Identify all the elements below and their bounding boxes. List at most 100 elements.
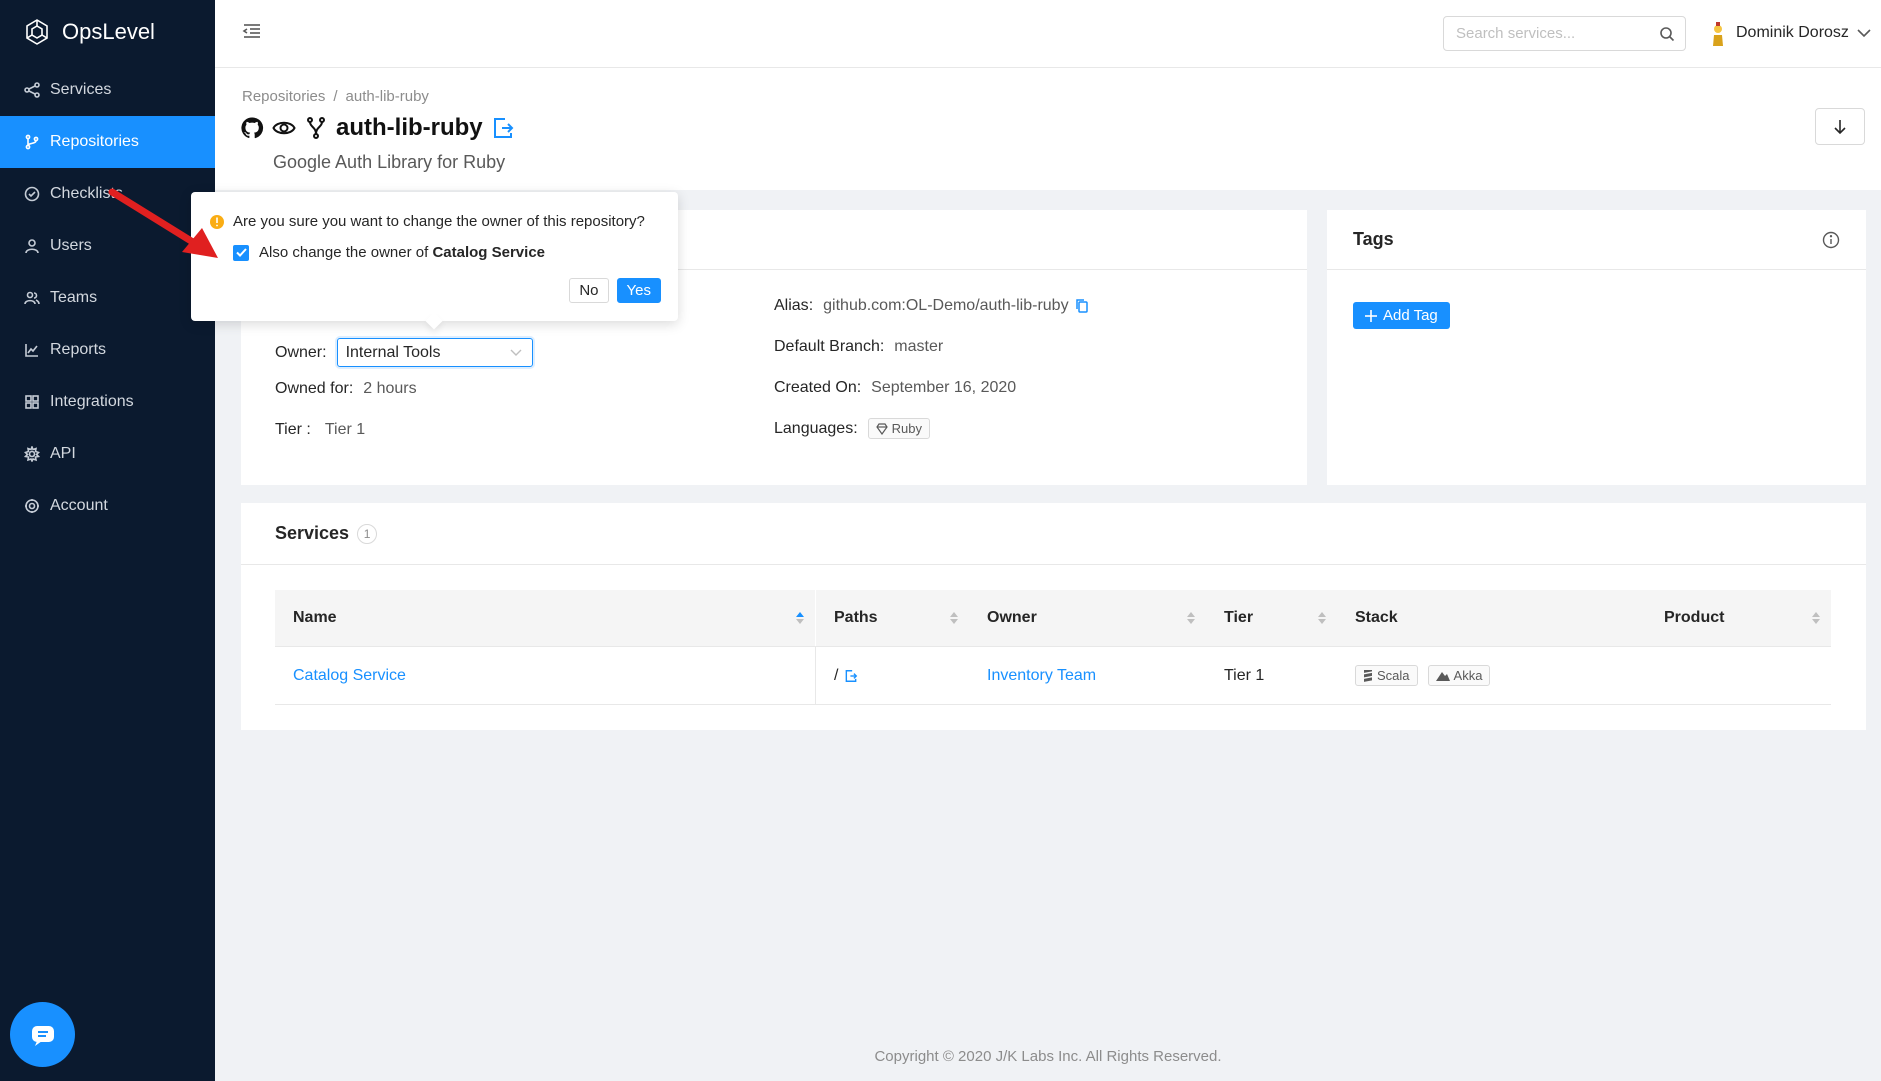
- column-header-name[interactable]: Name: [275, 590, 816, 646]
- column-header-stack: Stack: [1355, 609, 1398, 626]
- chat-support-button[interactable]: [10, 1002, 75, 1067]
- column-header-tier[interactable]: Tier: [1206, 590, 1337, 646]
- popconfirm-actions: No Yes: [569, 278, 661, 303]
- created-on-label: Created On:: [774, 379, 862, 396]
- change-service-owner-checkbox-row[interactable]: Also change the owner of Catalog Service: [233, 244, 545, 261]
- created-on-value: September 16, 2020: [871, 379, 1017, 396]
- user-icon: [24, 238, 40, 254]
- default-branch-label: Default Branch:: [774, 338, 885, 355]
- owner-link[interactable]: Inventory Team: [987, 667, 1096, 685]
- app-name: OpsLevel: [62, 19, 155, 44]
- eye-icon[interactable]: [272, 116, 296, 140]
- languages-field: Languages: Ruby: [774, 418, 930, 439]
- sort-icon: [950, 612, 958, 624]
- github-icon[interactable]: [240, 116, 264, 140]
- tags-title: Tags: [1353, 229, 1394, 249]
- table-header-row: Name Paths Owner Tier Stack Product: [275, 590, 1831, 647]
- stack-tag-label: Scala: [1377, 668, 1410, 683]
- owner-select-value: Internal Tools: [345, 343, 441, 361]
- copy-icon[interactable]: [1075, 298, 1089, 314]
- sidebar-item-label: API: [50, 445, 76, 462]
- sidebar: OpsLevel Services Repositories Checklist…: [0, 0, 215, 1081]
- info-icon[interactable]: [1822, 231, 1840, 249]
- default-branch-field: Default Branch: master: [774, 338, 943, 356]
- tier-label: Tier :: [275, 421, 311, 438]
- column-header-owner[interactable]: Owner: [969, 590, 1206, 646]
- title-row: auth-lib-ruby: [240, 114, 515, 142]
- ruby-icon: [875, 422, 888, 435]
- chat-icon: [31, 1025, 54, 1046]
- services-title: Services: [275, 523, 350, 543]
- avatar: [1713, 22, 1723, 46]
- fork-icon[interactable]: [304, 116, 328, 140]
- breadcrumb-link-repositories[interactable]: Repositories: [242, 88, 325, 105]
- search-box: [1443, 16, 1686, 51]
- download-button[interactable]: [1815, 108, 1865, 145]
- services-table: Name Paths Owner Tier Stack Product Cata…: [275, 590, 1831, 705]
- sidebar-nav: Services Repositories Checklists Users T…: [0, 64, 215, 532]
- scala-icon: [1364, 669, 1372, 682]
- sidebar-item-integrations[interactable]: Integrations: [0, 376, 215, 428]
- cell-tier: Tier 1: [1206, 647, 1337, 704]
- owner-select[interactable]: Internal Tools: [336, 338, 533, 367]
- sidebar-item-teams[interactable]: Teams: [0, 272, 215, 324]
- app-logo[interactable]: OpsLevel: [22, 16, 155, 48]
- sidebar-item-repositories[interactable]: Repositories: [0, 116, 215, 168]
- owned-for-label: Owned for:: [275, 380, 354, 397]
- owned-for-value: 2 hours: [363, 380, 417, 397]
- grid-icon: [24, 394, 40, 410]
- top-header: Dominik Dorosz: [215, 0, 1881, 68]
- team-icon: [24, 290, 40, 306]
- popconfirm-text: Are you sure you want to change the owne…: [233, 213, 645, 230]
- sort-icon: [1187, 612, 1195, 624]
- alias-value: github.com:OL-Demo/auth-lib-ruby: [823, 297, 1069, 314]
- cell-paths: /: [816, 647, 969, 704]
- external-link-icon[interactable]: [844, 669, 858, 683]
- gear-icon: [24, 498, 40, 514]
- tier-value: Tier 1: [1224, 666, 1265, 684]
- api-icon: [24, 446, 40, 462]
- service-link[interactable]: Catalog Service: [293, 667, 406, 685]
- sidebar-item-reports[interactable]: Reports: [0, 324, 215, 376]
- tags-card-header: Tags: [1327, 210, 1866, 270]
- services-count-badge: 1: [357, 523, 378, 544]
- services-card-header: Services 1: [241, 503, 1866, 565]
- language-tag: Ruby: [867, 418, 930, 439]
- checkbox-label: Also change the owner of Catalog Service: [259, 244, 546, 261]
- add-tag-button[interactable]: Add Tag: [1353, 302, 1450, 329]
- languages-label: Languages:: [774, 419, 858, 437]
- no-button[interactable]: No: [569, 278, 609, 303]
- akka-icon: [1435, 671, 1450, 681]
- sidebar-item-label: Repositories: [50, 133, 139, 150]
- annotation-arrow-icon: [108, 188, 218, 258]
- tier-value: Tier 1: [324, 421, 366, 438]
- menu-fold-icon[interactable]: [241, 20, 263, 42]
- opslevel-logo-icon: [26, 19, 48, 45]
- chevron-down-icon: [510, 349, 522, 356]
- sidebar-item-api[interactable]: API: [0, 428, 215, 480]
- stack-tag-label: Akka: [1453, 668, 1483, 683]
- user-menu[interactable]: Dominik Dorosz: [1708, 20, 1871, 46]
- search-input[interactable]: [1444, 17, 1644, 50]
- page-title: auth-lib-ruby: [336, 114, 483, 141]
- branch-icon: [24, 134, 40, 150]
- change-service-owner-checkbox[interactable]: [233, 244, 249, 261]
- breadcrumb-separator: /: [333, 88, 338, 105]
- stack-tag: Akka: [1427, 665, 1491, 686]
- column-header-paths[interactable]: Paths: [816, 590, 969, 646]
- sidebar-item-services[interactable]: Services: [0, 64, 215, 116]
- yes-button[interactable]: Yes: [616, 278, 661, 303]
- popconfirm-message: Are you sure you want to change the owne…: [209, 213, 645, 230]
- tier-field: Tier : Tier 1: [275, 421, 365, 439]
- share-icon: [24, 82, 40, 98]
- alias-field: Alias: github.com:OL-Demo/auth-lib-ruby: [774, 297, 1089, 315]
- cell-name: Catalog Service: [275, 647, 816, 704]
- sidebar-item-account[interactable]: Account: [0, 480, 215, 532]
- column-header-product[interactable]: Product: [1646, 590, 1831, 646]
- created-on-field: Created On: September 16, 2020: [774, 379, 1016, 397]
- sidebar-item-label: Teams: [50, 289, 98, 306]
- sidebar-item-label: Reports: [50, 341, 107, 358]
- external-link-icon[interactable]: [491, 116, 515, 140]
- search-icon[interactable]: [1659, 26, 1675, 42]
- change-owner-popconfirm: Are you sure you want to change the owne…: [191, 192, 678, 330]
